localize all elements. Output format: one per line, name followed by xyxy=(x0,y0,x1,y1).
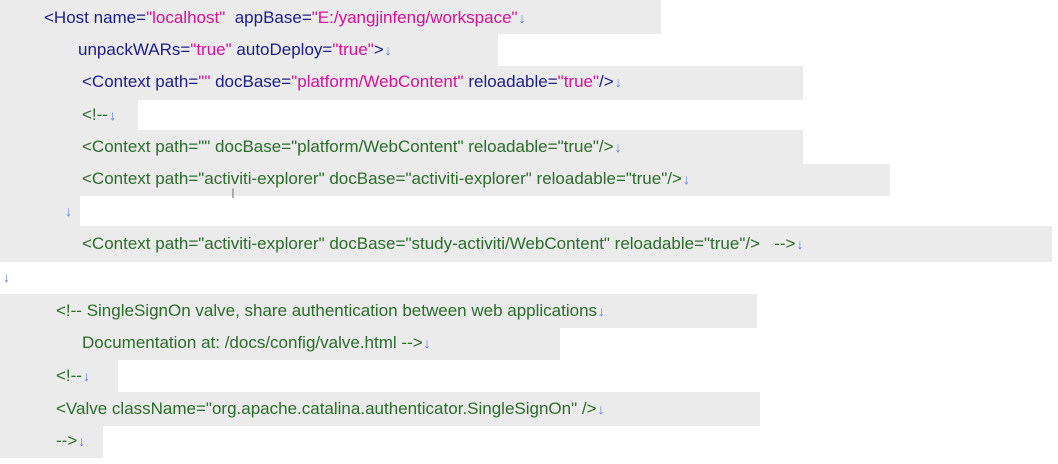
code-token: = xyxy=(180,40,191,59)
code-line: <Context path="" docBase="platform/WebCo… xyxy=(82,71,622,93)
code-token: "true" xyxy=(557,72,600,91)
code-token: <!-- xyxy=(82,105,108,124)
code-token: = xyxy=(136,8,147,27)
code-token: "platform/WebContent" xyxy=(291,72,464,91)
code-token: "E:/yangjinfeng/workspace" xyxy=(311,8,518,27)
code-token: <Context path="activiti-explorer" docBas… xyxy=(82,169,682,188)
comment-line: <!-- SingleSignOn valve, share authentic… xyxy=(56,300,605,322)
code-token: = xyxy=(301,8,312,27)
code-token: "localhost" xyxy=(146,8,226,27)
paragraph-mark-icon: ↓ xyxy=(682,171,690,187)
comment-line: <Context path="activiti-explorer" docBas… xyxy=(82,168,690,190)
paragraph-mark-icon: ↓ xyxy=(108,107,116,123)
comment-line: <Valve className="org.apache.catalina.au… xyxy=(56,398,605,420)
code-token: autoDeploy xyxy=(236,40,323,59)
line-text: <!-- SingleSignOn valve, share authentic… xyxy=(56,301,605,320)
paragraph-mark-icon: ↓ xyxy=(796,236,804,252)
paragraph-mark-icon: ↓ xyxy=(598,303,606,319)
line-text: <Host name="localhost" appBase="E:/yangj… xyxy=(44,8,526,27)
paragraph-mark-icon: ↓ xyxy=(518,10,526,26)
line-text: <Context path="" docBase="platform/WebCo… xyxy=(82,72,622,91)
comment-line: <!--↓ xyxy=(82,104,116,126)
code-token: path xyxy=(155,72,189,91)
code-token: > xyxy=(373,40,384,59)
text-cursor-icon: I xyxy=(231,185,235,201)
code-token: <!-- SingleSignOn valve, share authentic… xyxy=(56,301,598,320)
code-token: docBase xyxy=(215,72,282,91)
code-token: <Host xyxy=(44,8,94,27)
code-token: <Context xyxy=(82,72,156,91)
line-text: ↓ xyxy=(2,267,10,286)
code-token: /> xyxy=(599,72,614,91)
code-token: = xyxy=(281,72,292,91)
code-token: <!-- xyxy=(56,366,82,385)
code-token: = xyxy=(188,72,199,91)
line-text: <Valve className="org.apache.catalina.au… xyxy=(56,399,605,418)
line-text: -->↓ xyxy=(56,431,85,450)
paragraph-mark-icon: ↓ xyxy=(614,139,622,155)
line-text: <Context path="" docBase="platform/WebCo… xyxy=(82,137,622,156)
paragraph-mark-icon: ↓ xyxy=(384,42,392,58)
code-block-highlight xyxy=(0,426,103,458)
code-token: "true" xyxy=(332,40,374,59)
line-text: ↓ xyxy=(64,201,72,220)
comment-line: <Context path="activiti-explorer" docBas… xyxy=(82,233,803,255)
code-token: "" xyxy=(198,72,211,91)
code-token: = xyxy=(547,72,558,91)
line-text: <!--↓ xyxy=(56,366,90,385)
paragraph-mark-icon: ↓ xyxy=(423,335,431,351)
code-block-highlight xyxy=(0,100,138,130)
line-text: Documentation at: /docs/config/valve.htm… xyxy=(82,333,431,352)
comment-line: Documentation at: /docs/config/valve.htm… xyxy=(82,332,431,354)
code-line: unpackWARs="true" autoDeploy="true">↓ xyxy=(78,39,392,61)
code-token: = xyxy=(322,40,333,59)
line-text: unpackWARs="true" autoDeploy="true">↓ xyxy=(78,40,392,59)
code-token: reloadable xyxy=(468,72,548,91)
code-line: <Host name="localhost" appBase="E:/yangj… xyxy=(44,7,526,29)
code-token: "true" xyxy=(190,40,232,59)
code-token: unpackWARs xyxy=(78,40,181,59)
line-text: <Context path="activiti-explorer" docBas… xyxy=(82,234,803,253)
paragraph-mark-icon: ↓ xyxy=(65,203,72,219)
code-token: Documentation at: /docs/config/valve.htm… xyxy=(82,333,423,352)
comment-line: <!--↓ xyxy=(56,365,90,387)
document-page: <Host name="localhost" appBase="E:/yangj… xyxy=(0,0,1058,464)
paragraph-mark-icon: ↓ xyxy=(82,368,90,384)
empty-line: ↓ xyxy=(2,266,10,288)
paragraph-mark-icon: ↓ xyxy=(614,74,622,90)
code-token: appBase xyxy=(234,8,302,27)
code-token: <Context path="activiti-explorer" docBas… xyxy=(82,234,796,253)
code-token: name xyxy=(93,8,137,27)
comment-line: <Context path="" docBase="platform/WebCo… xyxy=(82,136,622,158)
code-token: --> xyxy=(56,431,78,450)
line-text: <!--↓ xyxy=(82,105,116,124)
paragraph-mark-icon: ↓ xyxy=(78,433,86,449)
comment-line: ↓ xyxy=(64,200,72,222)
line-text: <Context path="activiti-explorer" docBas… xyxy=(82,169,690,188)
code-token: <Valve className="org.apache.catalina.au… xyxy=(56,399,597,418)
paragraph-mark-icon: ↓ xyxy=(597,401,605,417)
comment-line: -->↓ xyxy=(56,430,85,452)
paragraph-mark-icon: ↓ xyxy=(3,269,10,285)
code-token: <Context path="" docBase="platform/WebCo… xyxy=(82,137,614,156)
